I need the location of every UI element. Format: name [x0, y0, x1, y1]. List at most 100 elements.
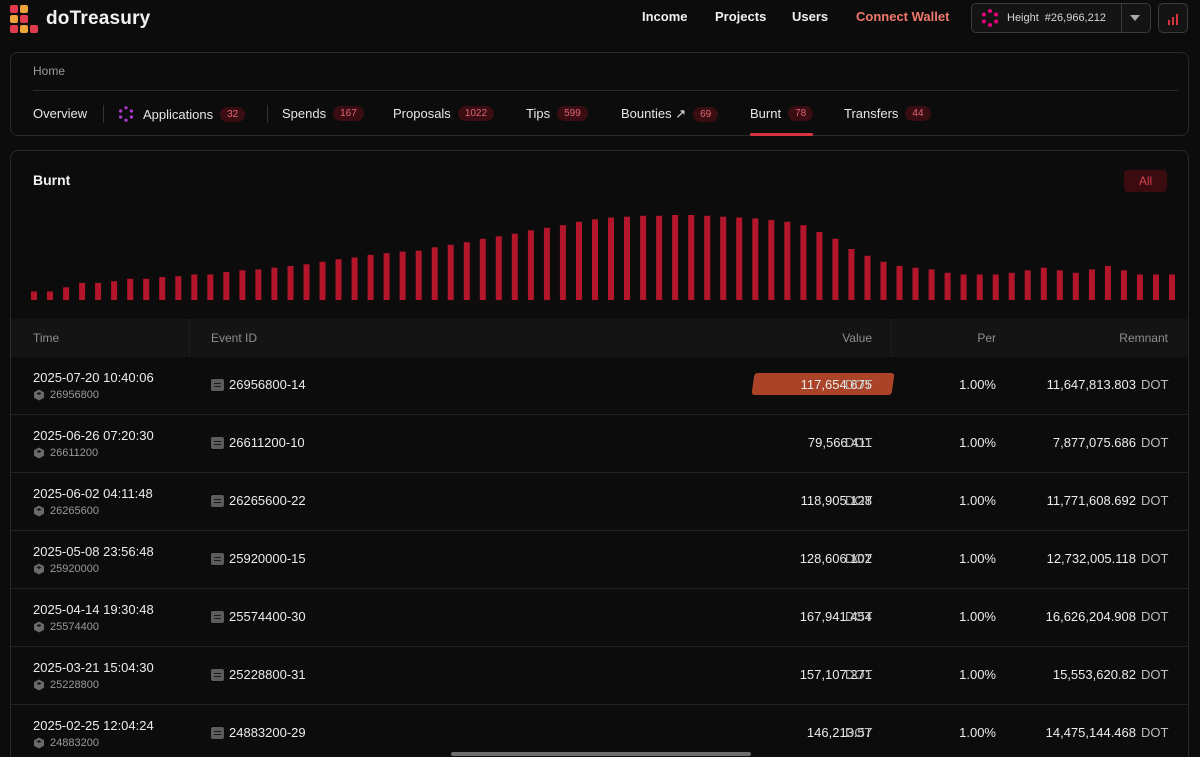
- chart-bar[interactable]: [768, 220, 775, 300]
- table-row[interactable]: 2025-07-20 10:40:06 26956800 26956800-14 11…: [11, 357, 1188, 415]
- chart-bar[interactable]: [47, 291, 53, 301]
- table-row[interactable]: 2025-06-26 07:20:30 26611200 26611200-10 79…: [11, 415, 1188, 473]
- chart-bar[interactable]: [399, 251, 406, 300]
- row-block[interactable]: 25228800: [33, 679, 99, 691]
- chart-bar[interactable]: [896, 266, 903, 300]
- chart-bar[interactable]: [832, 238, 839, 300]
- table-row[interactable]: 2025-05-08 23:56:48 25920000 25920000-15 12…: [11, 531, 1188, 589]
- chart-bar[interactable]: [592, 219, 598, 301]
- chart-bar[interactable]: [271, 267, 278, 300]
- horizontal-scrollbar[interactable]: [451, 752, 751, 756]
- chart-bar[interactable]: [976, 274, 983, 301]
- table-row[interactable]: 2025-02-25 12:04:24 24883200 24883200-29 14…: [11, 705, 1188, 757]
- chart-bar[interactable]: [143, 278, 150, 301]
- row-block[interactable]: 24883200: [33, 737, 99, 749]
- row-block[interactable]: 26611200: [33, 447, 98, 459]
- chart-bar[interactable]: [239, 270, 246, 300]
- chart-bar[interactable]: [1169, 274, 1175, 301]
- chart-bar[interactable]: [255, 269, 262, 300]
- chart-bar[interactable]: [95, 283, 102, 300]
- chart-bar[interactable]: [880, 261, 887, 301]
- tab-burnt[interactable]: Burnt 78: [750, 106, 814, 136]
- tab-tips[interactable]: Tips 599: [526, 106, 588, 121]
- chart-bar[interactable]: [479, 238, 486, 300]
- chart-bar[interactable]: [1072, 272, 1079, 300]
- chart-bar[interactable]: [1024, 270, 1031, 300]
- chart-bar[interactable]: [207, 274, 214, 301]
- chart-bar[interactable]: [431, 247, 438, 300]
- chart-bar[interactable]: [704, 215, 711, 300]
- chart-bar[interactable]: [1008, 272, 1015, 300]
- chart-bar[interactable]: [335, 259, 342, 300]
- row-event-id[interactable]: 26611200-10: [211, 435, 305, 450]
- nav-users[interactable]: Users: [792, 9, 828, 24]
- chart-bar[interactable]: [511, 233, 518, 300]
- chart-bar[interactable]: [495, 236, 502, 301]
- chart-bar[interactable]: [111, 281, 118, 300]
- chart-bar[interactable]: [1153, 274, 1159, 301]
- chart-bar[interactable]: [944, 272, 951, 300]
- chart-bar[interactable]: [816, 232, 823, 300]
- chart-bar[interactable]: [640, 215, 647, 300]
- chart-bar[interactable]: [608, 217, 614, 301]
- chart-bar[interactable]: [543, 227, 550, 301]
- tab-bounties[interactable]: Bounties ↗ 69: [621, 106, 719, 122]
- chart-bar[interactable]: [800, 225, 807, 300]
- chart-bar[interactable]: [992, 274, 999, 301]
- nav-projects[interactable]: Projects: [715, 9, 766, 24]
- row-block[interactable]: 26265600: [33, 505, 99, 517]
- row-event-id[interactable]: 25574400-30: [211, 609, 306, 624]
- row-event-id[interactable]: 26265600-22: [211, 493, 306, 508]
- nav-income[interactable]: Income: [642, 9, 688, 24]
- chart-bar[interactable]: [463, 242, 470, 300]
- chart-bar[interactable]: [736, 217, 743, 301]
- chart-bar[interactable]: [127, 278, 134, 301]
- tab-transfers[interactable]: Transfers 44: [844, 106, 931, 121]
- table-row[interactable]: 2025-03-21 15:04:30 25228800 25228800-31 15…: [11, 647, 1188, 705]
- row-block[interactable]: 25920000: [33, 563, 99, 575]
- chart-bar[interactable]: [367, 254, 374, 300]
- chart-bar[interactable]: [527, 230, 534, 300]
- breadcrumb[interactable]: Home: [33, 64, 65, 78]
- chart-bar[interactable]: [960, 274, 967, 301]
- table-row[interactable]: 2025-06-02 04:11:48 26265600 26265600-22 11…: [11, 473, 1188, 531]
- row-event-id[interactable]: 26956800-14: [211, 377, 306, 392]
- chart-bar[interactable]: [175, 276, 182, 300]
- chart-bar[interactable]: [415, 250, 422, 300]
- chart-bar[interactable]: [688, 215, 695, 300]
- chart-bar[interactable]: [1040, 267, 1047, 300]
- filter-all-button[interactable]: All: [1124, 170, 1167, 192]
- network-status-button[interactable]: [1158, 3, 1188, 33]
- chart-bar[interactable]: [1120, 270, 1127, 300]
- chart-bar[interactable]: [624, 216, 630, 300]
- chart-bar[interactable]: [848, 249, 855, 300]
- row-block[interactable]: 26956800: [33, 389, 99, 401]
- chart-bar[interactable]: [351, 257, 358, 301]
- row-block[interactable]: 25574400: [33, 621, 99, 633]
- chart-bar[interactable]: [656, 215, 663, 300]
- chart-bar[interactable]: [159, 277, 166, 300]
- chart-bar[interactable]: [287, 266, 294, 300]
- chart-bar[interactable]: [928, 269, 935, 300]
- chart-bar[interactable]: [752, 218, 759, 300]
- tab-applications[interactable]: Applications 32: [118, 106, 246, 122]
- row-event-id[interactable]: 24883200-29: [211, 725, 306, 740]
- chart-bar[interactable]: [576, 221, 582, 300]
- chart-bar[interactable]: [784, 221, 791, 300]
- chart-bar[interactable]: [720, 216, 727, 300]
- chart-bar[interactable]: [79, 283, 86, 300]
- tab-overview[interactable]: Overview: [33, 106, 87, 121]
- chart-bar[interactable]: [912, 267, 919, 300]
- chart-bar[interactable]: [319, 261, 326, 301]
- row-event-id[interactable]: 25228800-31: [211, 667, 306, 682]
- brand-logo[interactable]: doTreasury: [10, 5, 150, 33]
- chart-bar[interactable]: [1136, 274, 1143, 301]
- chain-height-selector[interactable]: Height #26,966,212: [971, 3, 1151, 33]
- chevron-down-icon[interactable]: [1130, 15, 1140, 21]
- chart-bar[interactable]: [559, 225, 566, 300]
- chart-bar[interactable]: [303, 264, 310, 300]
- chart-bar[interactable]: [191, 274, 198, 301]
- chart-bar[interactable]: [383, 253, 390, 300]
- connect-wallet-button[interactable]: Connect Wallet: [856, 9, 949, 24]
- chart-bar[interactable]: [672, 215, 679, 300]
